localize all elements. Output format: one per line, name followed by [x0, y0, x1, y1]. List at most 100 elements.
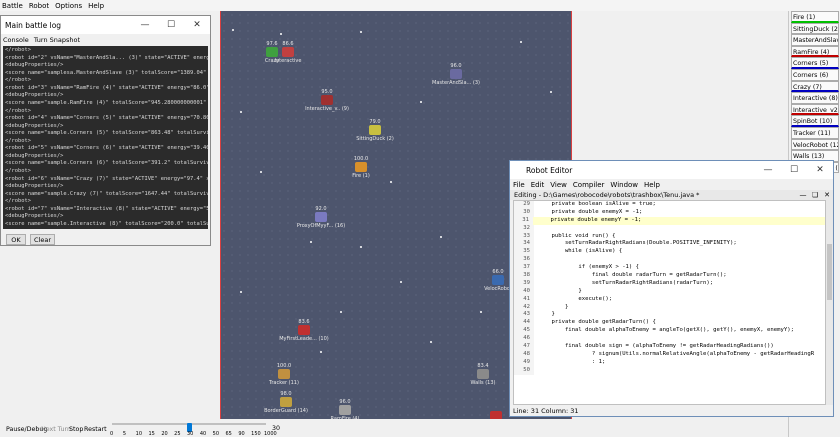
- editor-menu-file[interactable]: File: [513, 181, 525, 189]
- robot-list-item[interactable]: VelocRobot (12): [791, 138, 839, 151]
- line-number: 44: [514, 319, 534, 328]
- code-line: 42 }: [514, 303, 825, 312]
- line-number: 40: [514, 287, 534, 296]
- line-number: 32: [514, 224, 534, 233]
- log-line: <score name="samplesa.MasterAndSlave (3)…: [5, 69, 208, 76]
- bullet: [420, 101, 422, 103]
- tps-tick-label: 20: [161, 431, 168, 437]
- robot-name: Interactive_v.. (9): [305, 106, 349, 112]
- code-text: if (enemyX > -1) {: [538, 264, 640, 271]
- editor-titlebar[interactable]: Robot Editor — ☐ ✕: [510, 161, 833, 179]
- robot-list-item[interactable]: Fire (1): [791, 11, 839, 23]
- minimize-icon[interactable]: —: [797, 191, 809, 199]
- code-line: 48 ? signum(Utils.normalRelativeAngle(al…: [514, 350, 825, 359]
- editor-menu-view[interactable]: View: [550, 181, 567, 189]
- arena-robot[interactable]: 92.0 ProxyOfMyyF... (16): [297, 206, 345, 232]
- battle-log-window: Main battle log — ☐ ✕ Console Turn Snaps…: [0, 15, 211, 246]
- console-output[interactable]: </robot> <robot id="2" vsName="MasterAndS…: [3, 46, 208, 229]
- robot-name: ProxyOfMyyF... (16): [296, 223, 346, 229]
- robot-list-item[interactable]: SittingDuck (2): [791, 22, 839, 35]
- arena-robot[interactable]: 79.0 SittingDuck (2): [355, 119, 395, 145]
- robot-tank-icon: [355, 162, 367, 172]
- robot-list-item[interactable]: RamFire (4): [791, 45, 839, 58]
- editor-file-tab[interactable]: Editing - D:\Games\robocode\robots\trash…: [510, 190, 833, 200]
- tab-turn-snapshot[interactable]: Turn Snapshot: [34, 36, 80, 44]
- ok-button[interactable]: OK: [6, 234, 26, 245]
- stop-button[interactable]: Stop: [69, 426, 83, 433]
- robot-list-item[interactable]: MasterAndSlave...: [791, 34, 839, 46]
- bullet: [440, 236, 442, 238]
- robot-list-item[interactable]: Interactive (8): [791, 92, 839, 104]
- menu-battle[interactable]: Battle: [2, 2, 23, 10]
- menu-options[interactable]: Options: [55, 2, 82, 10]
- editor-menu-compiler[interactable]: Compiler: [573, 181, 605, 189]
- editor-menu-help[interactable]: Help: [644, 181, 660, 189]
- code-line: 39 setTurnRadarRightRadians(radarTurn);: [514, 279, 825, 288]
- bullet: [390, 181, 392, 183]
- arena-robot[interactable]: 98.0 BorderGuard (14): [264, 391, 308, 417]
- arena-robot[interactable]: 100.0 Tracker (11): [264, 363, 304, 389]
- tps-slider-track[interactable]: [112, 423, 266, 432]
- arena-robot[interactable]: 100.0 Fire (1): [341, 156, 381, 182]
- robot-list-item[interactable]: SpinBot (10): [791, 115, 839, 127]
- battle-log-titlebar[interactable]: Main battle log — ☐ ✕: [1, 16, 210, 34]
- robot-list-item[interactable]: Crazy (7): [791, 80, 839, 93]
- arena-robot[interactable]: 83.4 Walls (13): [463, 363, 503, 389]
- minimize-icon[interactable]: —: [755, 165, 781, 175]
- arena-robot[interactable]: 86.6 Interactive: [268, 41, 308, 67]
- tps-tick-label: 0: [110, 431, 114, 437]
- log-line: <robot id="6" vsName="Crazy (7)" state="…: [5, 175, 208, 182]
- restore-icon[interactable]: ❏: [809, 191, 821, 199]
- code-editor[interactable]: 29 private boolean isAlive = true; 30 pri…: [513, 200, 826, 405]
- line-number: 33: [514, 232, 534, 241]
- tps-tick-label: 65: [225, 431, 232, 437]
- maximize-icon[interactable]: ☐: [781, 165, 807, 175]
- robot-tank-icon: [315, 212, 327, 222]
- robot-tank-icon: [280, 397, 292, 407]
- close-icon[interactable]: ✕: [184, 20, 210, 30]
- robot-list-item[interactable]: Corners (5): [791, 57, 839, 69]
- arena-robot[interactable]: 83.6 MyFirstLeade... (10): [279, 319, 329, 345]
- editor-menu-edit[interactable]: Edit: [531, 181, 545, 189]
- editor-menu-window[interactable]: Window: [610, 181, 638, 189]
- robot-list-item[interactable]: Tracker (11): [791, 126, 839, 139]
- robot-list-item[interactable]: Corners (6): [791, 68, 839, 81]
- restart-button[interactable]: Restart: [84, 426, 107, 433]
- clear-button[interactable]: Clear: [30, 234, 55, 245]
- close-icon[interactable]: ✕: [807, 165, 833, 175]
- robot-name: MasterAndSla... (3): [432, 80, 480, 86]
- line-number: 43: [514, 311, 534, 320]
- tps-tick-label: 150: [251, 431, 261, 437]
- menu-robot[interactable]: Robot: [29, 2, 49, 10]
- line-number: 29: [514, 201, 534, 209]
- next-turn-button[interactable]: Next Turn: [41, 426, 71, 433]
- bullet: [240, 291, 242, 293]
- menu-help[interactable]: Help: [88, 2, 104, 10]
- arena-robot[interactable]: 95.0 Interactive_v.. (9): [305, 89, 349, 115]
- tps-tick-label: 10: [135, 431, 143, 437]
- line-number: 38: [514, 272, 534, 280]
- line-number: 48: [514, 350, 534, 359]
- maximize-icon[interactable]: ☐: [158, 20, 184, 30]
- close-icon[interactable]: ✕: [821, 191, 833, 199]
- tab-console[interactable]: Console: [3, 36, 29, 44]
- arena-robot[interactable]: 96.0 MasterAndSla... (3): [432, 63, 480, 89]
- editor-scrollbar[interactable]: [826, 200, 833, 405]
- line-number: 45: [514, 327, 534, 336]
- arena-robot[interactable]: 96.0 RamFire (4): [325, 399, 365, 419]
- code-text: }: [538, 287, 582, 294]
- scroll-thumb[interactable]: [827, 244, 832, 300]
- battle-log-title: Main battle log: [5, 20, 62, 30]
- line-number: 39: [514, 279, 534, 288]
- code-line: 41 execute();: [514, 295, 825, 304]
- battle-log-tabs: Console Turn Snapshot: [1, 34, 210, 44]
- tps-tick-label: 40: [199, 431, 207, 437]
- bottom-control-bar: Pause/Debug Next Turn Stop Restart 0 5 10 1…: [0, 419, 788, 437]
- minimize-icon[interactable]: —: [132, 20, 158, 30]
- log-line: <robot id="5" vsName="Corners (6)" state…: [5, 145, 208, 152]
- log-line: <debugProperties/>: [5, 183, 64, 190]
- robot-list-item[interactable]: Interactive_v2 (9): [791, 103, 839, 116]
- code-text: private boolean isAlive = true;: [538, 201, 656, 207]
